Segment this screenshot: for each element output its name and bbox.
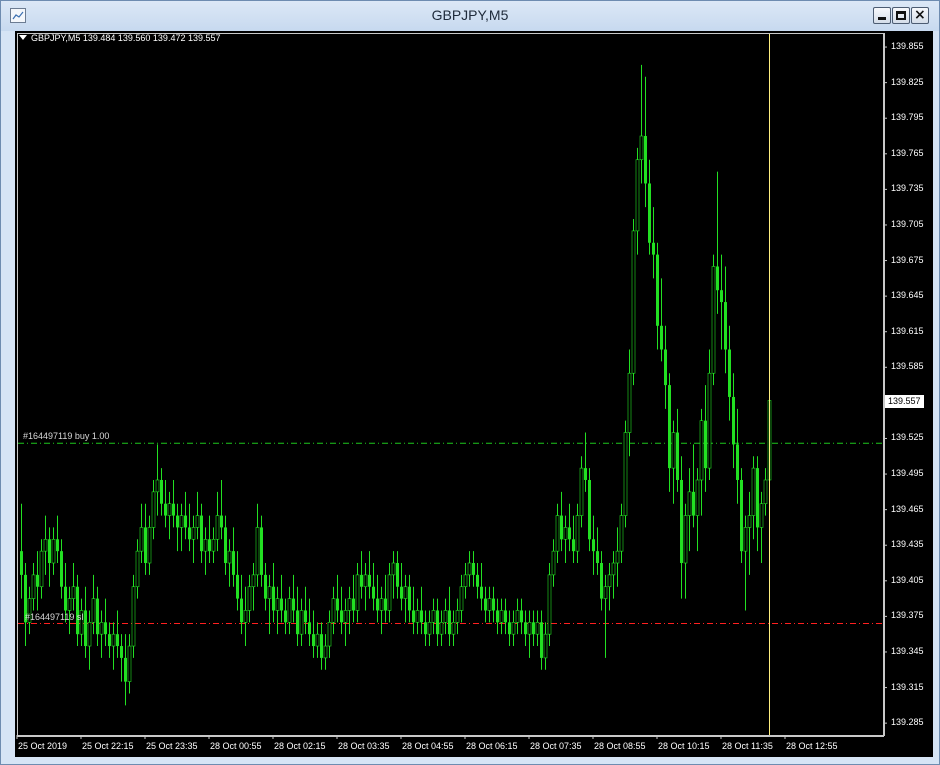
y-tick-label: 139.345 — [891, 645, 924, 656]
chart-window: GBPJPY,M5 × GBPJPY,M5 139.484 139.560 13… — [0, 0, 940, 765]
y-tick-label: 139.765 — [891, 147, 924, 158]
y-tick-label: 139.615 — [891, 325, 924, 336]
x-tick-label: 28 Oct 10:15 — [658, 741, 710, 751]
x-tick-label: 28 Oct 00:55 — [210, 741, 262, 751]
current-price-badge: 139.557 — [885, 394, 924, 408]
y-tick-label: 139.315 — [891, 681, 924, 692]
symbol-ohlc-text: GBPJPY,M5 139.484 139.560 139.472 139.55… — [31, 33, 221, 43]
x-tick-label: 28 Oct 07:35 — [530, 741, 582, 751]
y-tick-label: 139.735 — [891, 183, 924, 194]
x-tick-label: 28 Oct 12:55 — [786, 741, 838, 751]
x-tick-label: 28 Oct 11:35 — [722, 741, 773, 751]
y-tick-label: 139.525 — [891, 432, 924, 443]
y-tick-label: 139.465 — [891, 503, 924, 514]
price-chart[interactable]: GBPJPY,M5 139.484 139.560 139.472 139.55… — [15, 31, 933, 757]
x-tick-label: 25 Oct 2019 — [18, 741, 68, 751]
y-tick-label: 139.495 — [891, 468, 924, 479]
close-icon[interactable]: × — [911, 7, 929, 24]
time-axis-divider — [17, 736, 884, 737]
x-tick-label: 28 Oct 08:55 — [594, 741, 646, 751]
y-tick-label: 139.375 — [891, 610, 924, 621]
x-tick-label: 28 Oct 04:55 — [402, 741, 454, 751]
buy-order-label: #164497119 buy 1.00 — [23, 431, 110, 442]
x-tick-label: 28 Oct 02:15 — [274, 741, 326, 751]
y-tick-label: 139.795 — [891, 112, 924, 123]
y-tick-label: 139.285 — [891, 717, 924, 728]
window-title: GBPJPY,M5 — [431, 7, 509, 23]
x-tick-label: 25 Oct 23:35 — [146, 741, 198, 751]
y-tick-label: 139.855 — [891, 41, 924, 52]
y-tick-label: 139.405 — [891, 574, 924, 585]
price-axis-divider — [884, 33, 885, 736]
x-tick-label: 25 Oct 22:15 — [82, 741, 134, 751]
y-tick-label: 139.645 — [891, 290, 924, 301]
plot-frame — [17, 33, 884, 736]
y-tick-label: 139.435 — [891, 539, 924, 550]
maximize-icon[interactable] — [892, 7, 910, 24]
title-bar[interactable]: GBPJPY,M5 × — [1, 1, 939, 31]
y-tick-label: 139.705 — [891, 218, 924, 229]
y-tick-label: 139.585 — [891, 361, 924, 372]
stop-loss-label: #164497119 sl — [25, 611, 84, 622]
x-tick-label: 28 Oct 06:15 — [466, 741, 518, 751]
y-tick-label: 139.825 — [891, 76, 924, 87]
x-tick-label: 28 Oct 03:35 — [338, 741, 390, 751]
y-tick-label: 139.675 — [891, 254, 924, 265]
dropdown-triangle-icon[interactable] — [19, 35, 27, 40]
symbol-header[interactable]: GBPJPY,M5 139.484 139.560 139.472 139.55… — [19, 33, 221, 43]
minimize-icon[interactable] — [873, 7, 891, 24]
